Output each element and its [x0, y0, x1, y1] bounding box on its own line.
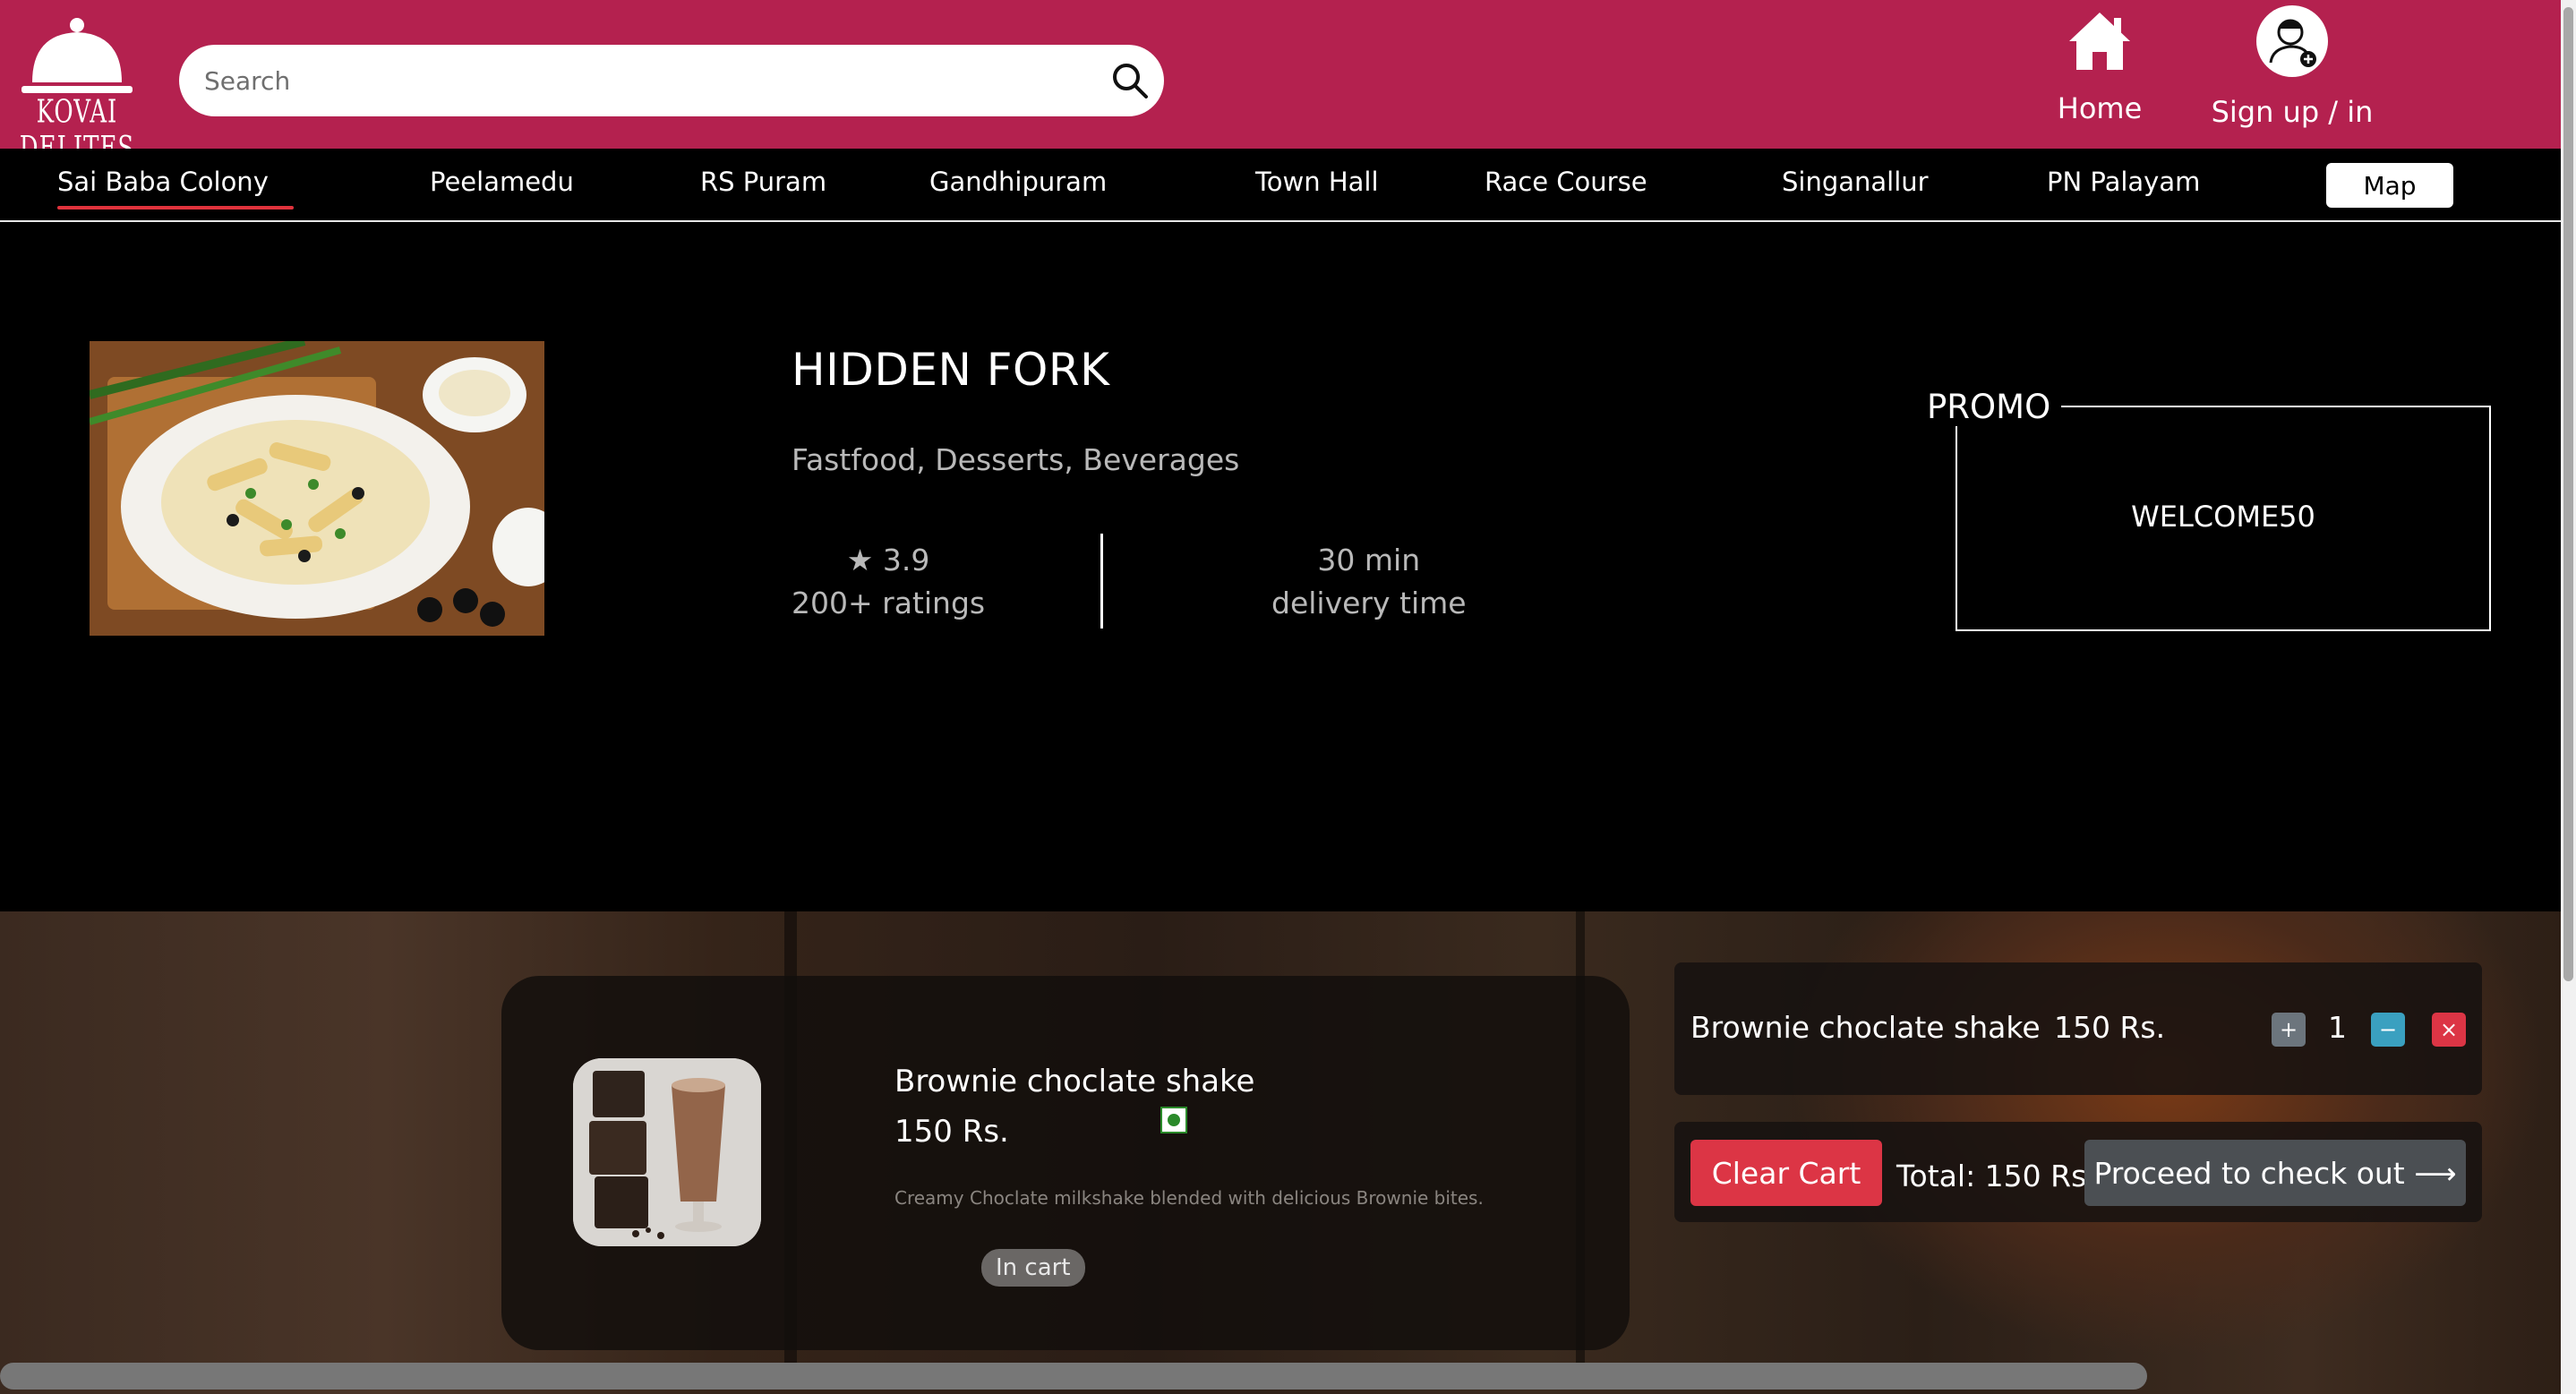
delivery-time: 30 min: [1317, 543, 1421, 577]
remove-item-button[interactable]: ×: [2432, 1013, 2466, 1047]
home-icon: [2069, 13, 2130, 70]
delivery-label: delivery time: [1271, 586, 1467, 620]
restaurant-image: [90, 341, 544, 636]
location-tab-rs-puram[interactable]: RS Puram: [700, 167, 826, 197]
menu-item-name: Brownie choclate shake: [894, 1064, 1255, 1099]
location-tab-peelamedu[interactable]: Peelamedu: [430, 167, 574, 197]
checkout-button[interactable]: Proceed to check out ⟶: [2084, 1140, 2466, 1206]
location-tab-singanallur[interactable]: Singanallur: [1782, 167, 1929, 197]
cart-item-quantity: 1: [2328, 1010, 2347, 1045]
map-button[interactable]: Map: [2326, 163, 2453, 208]
location-tab-pn-palayam[interactable]: PN Palayam: [2047, 167, 2200, 197]
brownie-shake-image: [573, 1058, 761, 1246]
increase-quantity-button[interactable]: +: [2272, 1013, 2306, 1047]
menu-item-image: [573, 1058, 761, 1246]
menu-item-price: 150 Rs.: [894, 1114, 1009, 1150]
cart-item-name: Brownie choclate shake: [1690, 1010, 2041, 1045]
cart-total: Total: 150 Rs.: [1896, 1159, 2096, 1193]
location-tab-race-course[interactable]: Race Course: [1485, 167, 1647, 197]
cloche-icon: [21, 18, 133, 93]
decrease-quantity-button[interactable]: −: [2371, 1013, 2405, 1047]
search-bar[interactable]: [179, 45, 1164, 116]
vertical-scrollbar[interactable]: [2561, 0, 2576, 1394]
veg-indicator-icon: [1160, 1107, 1187, 1133]
cart-item-price: 150 Rs.: [2054, 1010, 2166, 1045]
stat-divider: [1100, 534, 1103, 629]
user-add-icon: [2256, 5, 2328, 77]
location-tab-town-hall[interactable]: Town Hall: [1255, 167, 1379, 197]
search-input[interactable]: [204, 61, 1064, 100]
location-bar: Sai Baba Colony Peelamedu RS Puram Gandh…: [0, 149, 2561, 222]
delivery-block: 30 min delivery time: [1271, 539, 1467, 625]
clear-cart-button[interactable]: Clear Cart: [1690, 1140, 1882, 1206]
in-cart-badge[interactable]: In cart: [981, 1249, 1085, 1287]
kovai-delites-logo[interactable]: KOVAI DELITES: [16, 16, 138, 167]
signup-link[interactable]: Sign up / in: [2203, 4, 2382, 138]
ratings-count: 200+ ratings: [792, 586, 986, 620]
promo-code: WELCOME50: [2131, 500, 2315, 534]
restaurant-name: HIDDEN FORK: [792, 344, 1110, 396]
promo-title: PROMO: [1916, 388, 2062, 426]
scrollbar-thumb[interactable]: [2563, 7, 2573, 981]
location-tab-gandhipuram[interactable]: Gandhipuram: [929, 167, 1107, 197]
restaurant-cuisines: Fastfood, Desserts, Beverages: [792, 442, 1240, 477]
horizontal-scrollbar[interactable]: [0, 1363, 2147, 1390]
search-icon[interactable]: [1108, 59, 1151, 102]
rating-block: ★ 3.9 200+ ratings: [792, 539, 985, 625]
home-link[interactable]: Home: [2041, 7, 2158, 141]
location-tab-sai-baba-colony[interactable]: Sai Baba Colony: [57, 167, 294, 210]
top-header: KOVAI DELITES Home Sign up / in: [0, 0, 2561, 167]
rating-value: ★ 3.9: [846, 543, 930, 577]
home-label: Home: [2057, 91, 2143, 125]
menu-item-description: Creamy Choclate milkshake blended with d…: [894, 1187, 1484, 1209]
signup-label: Sign up / in: [2211, 95, 2374, 129]
